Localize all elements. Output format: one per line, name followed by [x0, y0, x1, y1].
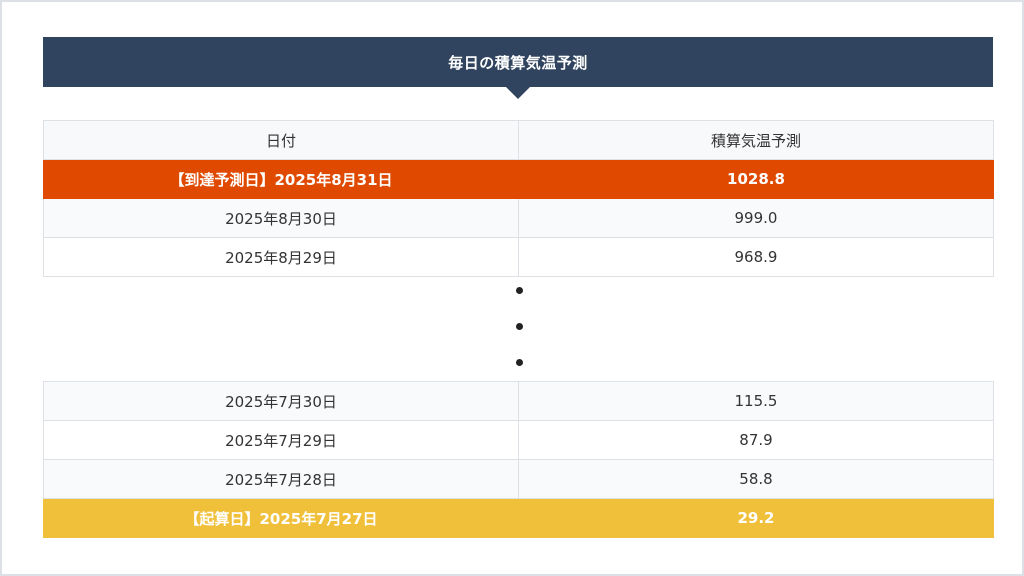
table-row: 2025年8月30日 999.0 — [43, 198, 994, 238]
table-row: 2025年7月29日 87.9 — [43, 420, 994, 460]
table-cell-value: 58.8 — [518, 459, 994, 499]
forecast-table-bottom: 2025年7月30日 115.5 2025年7月29日 87.9 2025年7月… — [43, 381, 994, 538]
table-cell-date: 2025年7月29日 — [43, 420, 519, 460]
table-row: 2025年7月28日 58.8 — [43, 459, 994, 499]
table-cell-value: 999.0 — [518, 198, 994, 238]
column-header-date: 日付 — [43, 120, 519, 160]
ellipsis-dot — [516, 359, 523, 366]
table-cell-date: 2025年7月30日 — [43, 381, 519, 421]
table-cell-value: 115.5 — [518, 381, 994, 421]
table-row-start-date: 【起算日】2025年7月27日 29.2 — [43, 498, 994, 538]
forecast-table-top: 日付 積算気温予測 【到達予測日】2025年8月31日 1028.8 2025年… — [43, 120, 994, 277]
page-frame: 毎日の積算気温予測 日付 積算気温予測 【到達予測日】2025年8月31日 10… — [0, 0, 1024, 576]
table-row-target-date: 【到達予測日】2025年8月31日 1028.8 — [43, 159, 994, 199]
table-cell-value: 87.9 — [518, 420, 994, 460]
vertical-ellipsis-icon — [512, 284, 528, 374]
table-row: 2025年8月29日 968.9 — [43, 237, 994, 277]
table-cell-value: 1028.8 — [518, 159, 994, 199]
table-cell-value: 968.9 — [518, 237, 994, 277]
table-header-row: 日付 積算気温予測 — [43, 120, 994, 160]
table-cell-date: 2025年8月30日 — [43, 198, 519, 238]
ellipsis-dot — [516, 323, 523, 330]
page-title: 毎日の積算気温予測 — [448, 53, 588, 72]
ellipsis-dot — [516, 287, 523, 294]
table-cell-date: 2025年7月28日 — [43, 459, 519, 499]
column-header-forecast: 積算気温予測 — [518, 120, 994, 160]
table-cell-date: 2025年8月29日 — [43, 237, 519, 277]
table-cell-value: 29.2 — [518, 498, 994, 538]
page-title-banner: 毎日の積算気温予測 — [43, 37, 993, 87]
table-cell-date: 【起算日】2025年7月27日 — [43, 498, 519, 538]
table-row: 2025年7月30日 115.5 — [43, 381, 994, 421]
table-cell-date: 【到達予測日】2025年8月31日 — [43, 159, 519, 199]
banner-pointer-icon — [506, 87, 530, 99]
